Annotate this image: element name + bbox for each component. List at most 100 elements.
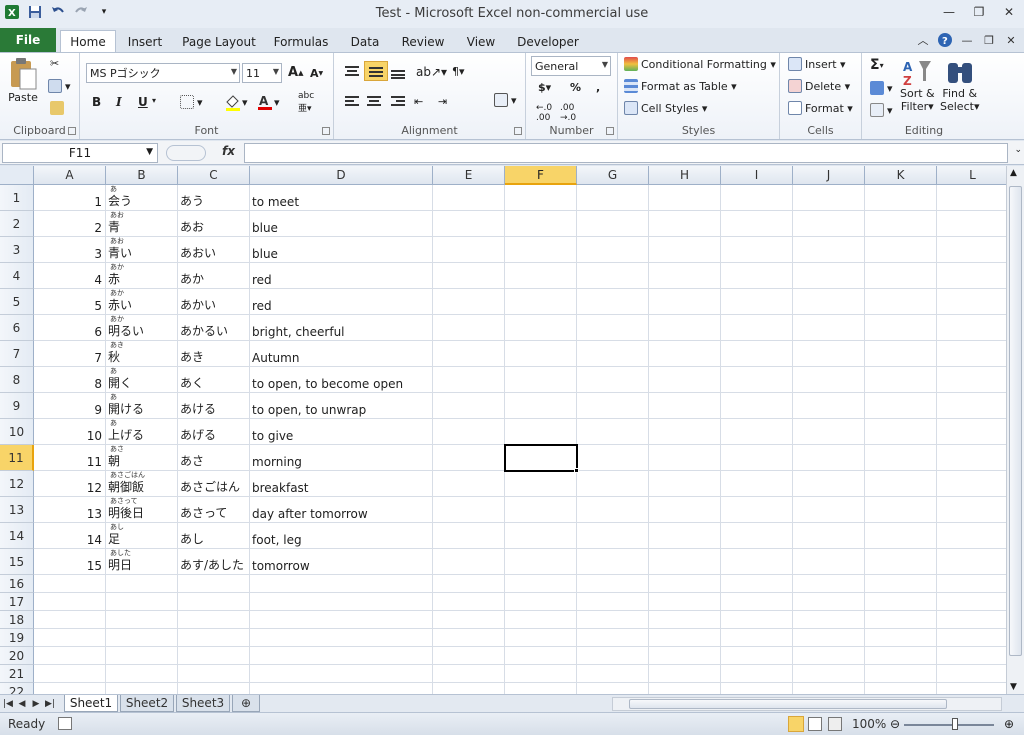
cell[interactable] <box>649 237 721 263</box>
cell[interactable]: to give <box>250 419 433 445</box>
cell[interactable] <box>505 393 577 419</box>
cell[interactable] <box>865 647 937 665</box>
row-header[interactable]: 16 <box>0 575 34 593</box>
vertical-scroll-thumb[interactable] <box>1009 186 1022 656</box>
cell[interactable] <box>505 611 577 629</box>
cell[interactable] <box>577 575 649 593</box>
expand-formula-icon[interactable]: ⌄ <box>1014 145 1022 155</box>
row-header[interactable]: 11 <box>0 445 34 471</box>
column-header[interactable]: J <box>793 166 865 185</box>
fill-color-icon[interactable]: ▾ <box>224 93 248 111</box>
cell[interactable] <box>577 471 649 497</box>
cell[interactable] <box>433 315 505 341</box>
close-icon[interactable]: ✕ <box>994 0 1024 24</box>
cell[interactable] <box>793 611 865 629</box>
cell[interactable]: 13 <box>34 497 106 523</box>
cell[interactable] <box>649 647 721 665</box>
cell[interactable] <box>433 647 505 665</box>
cell[interactable] <box>721 497 793 523</box>
macro-record-icon[interactable] <box>58 717 72 730</box>
cell[interactable] <box>649 549 721 575</box>
cell[interactable] <box>178 629 250 647</box>
cell[interactable] <box>937 237 1006 263</box>
cell[interactable]: red <box>250 289 433 315</box>
cell[interactable] <box>793 315 865 341</box>
select-all-corner[interactable] <box>0 166 34 185</box>
cell[interactable] <box>433 445 505 471</box>
cell[interactable] <box>865 549 937 575</box>
cell[interactable] <box>178 593 250 611</box>
cell[interactable]: Autumn <box>250 341 433 367</box>
row-header[interactable]: 5 <box>0 289 34 315</box>
decrease-indent-icon[interactable]: ⇤ <box>414 95 423 108</box>
cell[interactable] <box>106 611 178 629</box>
cell[interactable] <box>937 523 1006 549</box>
cell[interactable]: あける <box>178 393 250 419</box>
cell[interactable] <box>937 593 1006 611</box>
cell[interactable] <box>937 419 1006 445</box>
cell[interactable] <box>577 549 649 575</box>
cell[interactable]: 10 <box>34 419 106 445</box>
format-cells-button[interactable]: Format ▾ <box>788 101 853 115</box>
help-icon[interactable]: ? <box>936 30 954 50</box>
cell[interactable]: morning <box>250 445 433 471</box>
cell[interactable] <box>433 497 505 523</box>
cell[interactable] <box>865 419 937 445</box>
cell[interactable] <box>865 611 937 629</box>
cell[interactable] <box>649 185 721 211</box>
cell[interactable] <box>34 593 106 611</box>
column-header[interactable]: B <box>106 166 178 185</box>
cell[interactable]: tomorrow <box>250 549 433 575</box>
cell[interactable] <box>577 367 649 393</box>
align-left-icon[interactable] <box>344 95 360 109</box>
cell[interactable] <box>433 367 505 393</box>
align-right-icon[interactable] <box>390 95 406 109</box>
cell[interactable] <box>793 211 865 237</box>
cell[interactable]: 7 <box>34 341 106 367</box>
column-header[interactable]: L <box>937 166 1006 185</box>
cell[interactable]: 1 <box>34 185 106 211</box>
cell[interactable] <box>433 575 505 593</box>
row-header[interactable]: 10 <box>0 419 34 445</box>
tab-page-layout[interactable]: Page Layout <box>178 31 260 52</box>
tab-developer[interactable]: Developer <box>512 31 584 52</box>
cell[interactable]: 朝あさ <box>106 445 178 471</box>
row-header[interactable]: 8 <box>0 367 34 393</box>
cell[interactable] <box>106 593 178 611</box>
cell[interactable] <box>250 683 433 694</box>
save-icon[interactable] <box>25 2 45 22</box>
cell[interactable] <box>721 549 793 575</box>
cell[interactable] <box>937 263 1006 289</box>
cell[interactable] <box>793 497 865 523</box>
cell[interactable] <box>865 341 937 367</box>
cell[interactable]: blue <box>250 211 433 237</box>
cell[interactable] <box>433 683 505 694</box>
active-cell-selection[interactable] <box>504 444 578 472</box>
font-color-icon[interactable]: A ▾ <box>256 93 280 111</box>
cell[interactable] <box>721 185 793 211</box>
cell[interactable]: 会うあ <box>106 185 178 211</box>
format-as-table-button[interactable]: Format as Table ▾ <box>624 79 737 93</box>
number-launcher-icon[interactable] <box>606 127 614 135</box>
insert-function-button[interactable]: fx <box>222 144 235 158</box>
cell[interactable] <box>433 393 505 419</box>
cell[interactable] <box>937 341 1006 367</box>
vertical-scrollbar[interactable]: ▲ ▼ <box>1006 166 1024 694</box>
cell[interactable] <box>577 445 649 471</box>
clipboard-launcher-icon[interactable] <box>68 127 76 135</box>
customize-toolbar-icon[interactable]: ▾ <box>94 2 114 22</box>
cell[interactable] <box>865 575 937 593</box>
cell[interactable] <box>433 419 505 445</box>
middle-align-icon[interactable] <box>364 61 388 81</box>
cell[interactable] <box>433 263 505 289</box>
cell[interactable] <box>793 523 865 549</box>
cell[interactable] <box>793 575 865 593</box>
column-header[interactable]: A <box>34 166 106 185</box>
row-header[interactable]: 9 <box>0 393 34 419</box>
cell-styles-button[interactable]: Cell Styles ▾ <box>624 101 707 115</box>
cell[interactable] <box>865 665 937 683</box>
formula-input[interactable] <box>244 143 1008 163</box>
increase-indent-icon[interactable]: ⇥ <box>438 95 447 108</box>
cell[interactable]: あさ <box>178 445 250 471</box>
cell[interactable] <box>721 289 793 315</box>
